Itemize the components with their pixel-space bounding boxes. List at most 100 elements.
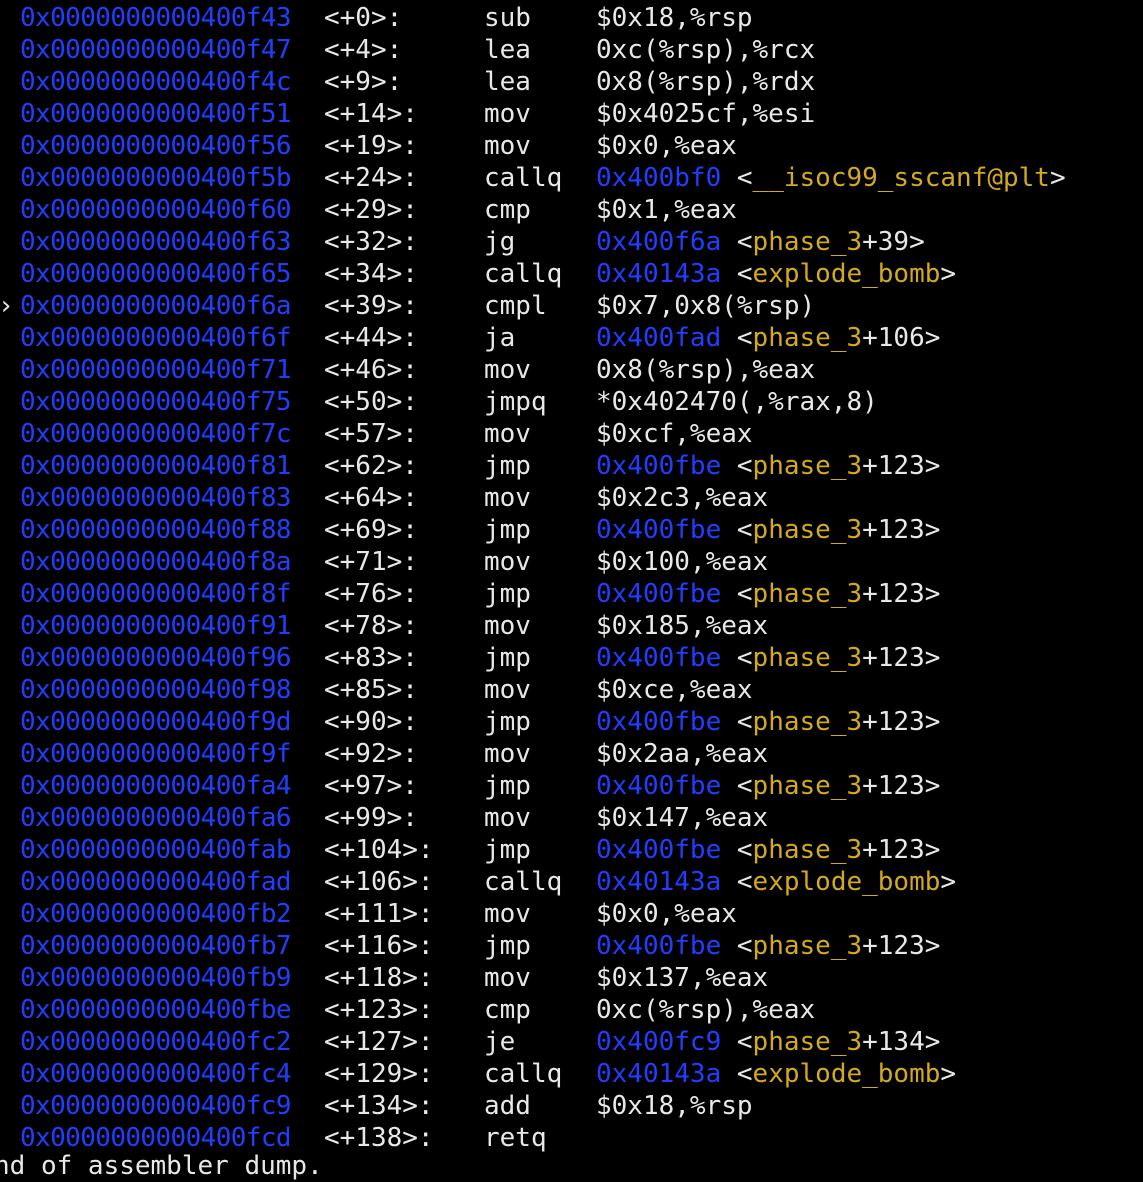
instruction-address: 0x0000000000400f43	[20, 3, 292, 33]
instruction-offset: <+19>:	[324, 131, 418, 161]
symbol-open-bracket: <	[736, 227, 753, 257]
instruction-offset: <+71>:	[324, 547, 418, 577]
symbol-open-bracket: <	[736, 451, 753, 481]
instruction-address: 0x0000000000400f4c	[20, 67, 292, 97]
instruction-mnemonic: mov	[484, 739, 531, 769]
instruction-address: 0x0000000000400f65	[20, 259, 292, 289]
branch-target-address: 0x400fc9	[596, 1027, 722, 1057]
branch-target-address: 0x400fbe	[596, 643, 722, 673]
instruction-mnemonic: callq	[484, 867, 563, 897]
instruction-address: 0x0000000000400fb9	[20, 963, 292, 993]
terminal-window[interactable]: 0x0000000000400f43 <+0>: sub $0x18,%rsp 0x00…	[0, 0, 1143, 1181]
instruction-mnemonic: jg	[484, 227, 516, 257]
branch-target-address: 0x400fbe	[596, 451, 722, 481]
instruction-offset: <+129>:	[324, 1059, 434, 1089]
instruction-offset: <+111>:	[324, 899, 434, 929]
instruction-address: 0x0000000000400f8a	[20, 547, 292, 577]
symbol-name: phase_3	[752, 771, 863, 801]
instruction-offset: <+116>:	[324, 931, 434, 961]
instruction-mnemonic: jmp	[484, 579, 531, 609]
instruction-address: 0x0000000000400fbe	[20, 995, 292, 1025]
instruction-mnemonic: jmp	[484, 931, 531, 961]
instruction-mnemonic: add	[484, 1091, 531, 1121]
instruction-mnemonic: mov	[484, 963, 531, 993]
operand-text: $0x147,%eax	[596, 803, 769, 833]
symbol-name: phase_3	[752, 643, 863, 673]
operand-text: $0x0,%eax	[596, 131, 737, 161]
instruction-address: 0x0000000000400f7c	[20, 419, 292, 449]
instruction-address: 0x0000000000400fb7	[20, 931, 292, 961]
instruction-operands: $0xce,%eax	[596, 674, 753, 706]
symbol-name: phase_3	[752, 451, 863, 481]
instruction-operands: $0x0,%eax	[596, 130, 737, 162]
symbol-open-bracket: <	[736, 515, 753, 545]
end-of-dump-text: nd of assembler dump.	[0, 1151, 323, 1181]
instruction-offset: <+76>:	[324, 579, 418, 609]
instruction-operands: 0x8(%rsp),%eax	[596, 354, 815, 386]
symbol-open-bracket: <	[736, 931, 753, 961]
branch-target-address: 0x400f6a	[596, 227, 722, 257]
branch-target-address: 0x400fbe	[596, 579, 722, 609]
instruction-offset: <+123>:	[324, 995, 434, 1025]
symbol-suffix: +123>	[862, 771, 941, 801]
symbol-suffix: +106>	[862, 323, 941, 353]
instruction-operands: $0x2c3,%eax	[596, 482, 768, 514]
instruction-operands: 0x400fbe <phase_3+123>	[596, 514, 940, 546]
operand-text: $0x100,%eax	[596, 547, 769, 577]
symbol-suffix: +123>	[862, 931, 941, 961]
symbol-open-bracket: <	[736, 163, 753, 193]
instruction-offset: <+44>:	[324, 323, 418, 353]
instruction-mnemonic: je	[484, 1027, 516, 1057]
operand-text: $0x2aa,%eax	[596, 739, 769, 769]
branch-target-address: 0x400bf0	[596, 163, 722, 193]
operand-text: 0x8(%rsp),%eax	[596, 355, 816, 385]
instruction-address: 0x0000000000400f56	[20, 131, 292, 161]
instruction-offset: <+138>:	[324, 1123, 434, 1153]
instruction-offset: <+57>:	[324, 419, 418, 449]
instruction-operands: 0x400fad <phase_3+106>	[596, 322, 940, 354]
operand-text: $0x18,%rsp	[596, 1091, 753, 1121]
instruction-operands: $0x18,%rsp	[596, 2, 753, 34]
instruction-operands: 0x40143a <explode_bomb>	[596, 258, 956, 290]
instruction-mnemonic: jmpq	[484, 387, 547, 417]
instruction-address: 0x0000000000400f60	[20, 195, 292, 225]
instruction-operands: $0x0,%eax	[596, 898, 737, 930]
instruction-mnemonic: cmpl	[484, 291, 547, 321]
symbol-suffix: +39>	[862, 227, 925, 257]
instruction-mnemonic: mov	[484, 547, 531, 577]
instruction-operands: $0x185,%eax	[596, 610, 768, 642]
symbol-open-bracket: <	[736, 1059, 753, 1089]
branch-target-address: 0x40143a	[596, 867, 722, 897]
symbol-suffix: +123>	[862, 707, 941, 737]
instruction-address: 0x0000000000400f51	[20, 99, 292, 129]
instruction-operands: *0x402470(,%rax,8)	[596, 386, 878, 418]
instruction-operands: 0xc(%rsp),%eax	[596, 994, 815, 1026]
symbol-name: explode_bomb	[752, 259, 941, 289]
instruction-offset: <+32>:	[324, 227, 418, 257]
symbol-suffix: +123>	[862, 835, 941, 865]
instruction-mnemonic: mov	[484, 611, 531, 641]
instruction-offset: <+104>:	[324, 835, 434, 865]
instruction-address: 0x0000000000400f81	[20, 451, 292, 481]
instruction-offset: <+50>:	[324, 387, 418, 417]
instruction-mnemonic: mov	[484, 899, 531, 929]
instruction-mnemonic: cmp	[484, 195, 531, 225]
operand-text: $0x1,%eax	[596, 195, 737, 225]
instruction-operands: 0x40143a <explode_bomb>	[596, 1058, 956, 1090]
instruction-offset: <+34>:	[324, 259, 418, 289]
instruction-mnemonic: lea	[484, 35, 531, 65]
symbol-open-bracket: <	[736, 579, 753, 609]
instruction-offset: <+78>:	[324, 611, 418, 641]
symbol-name: phase_3	[752, 835, 863, 865]
instruction-operands: 0x400fbe <phase_3+123>	[596, 834, 940, 866]
operand-text: 0xc(%rsp),%rcx	[596, 35, 816, 65]
symbol-suffix: >	[1049, 163, 1066, 193]
symbol-open-bracket: <	[736, 1027, 753, 1057]
instruction-offset: <+46>:	[324, 355, 418, 385]
instruction-mnemonic: callq	[484, 163, 563, 193]
branch-target-address: 0x400fbe	[596, 835, 722, 865]
instruction-address: 0x0000000000400f91	[20, 611, 292, 641]
instruction-address: 0x0000000000400fa6	[20, 803, 292, 833]
instruction-address: 0x0000000000400fad	[20, 867, 292, 897]
instruction-offset: <+69>:	[324, 515, 418, 545]
